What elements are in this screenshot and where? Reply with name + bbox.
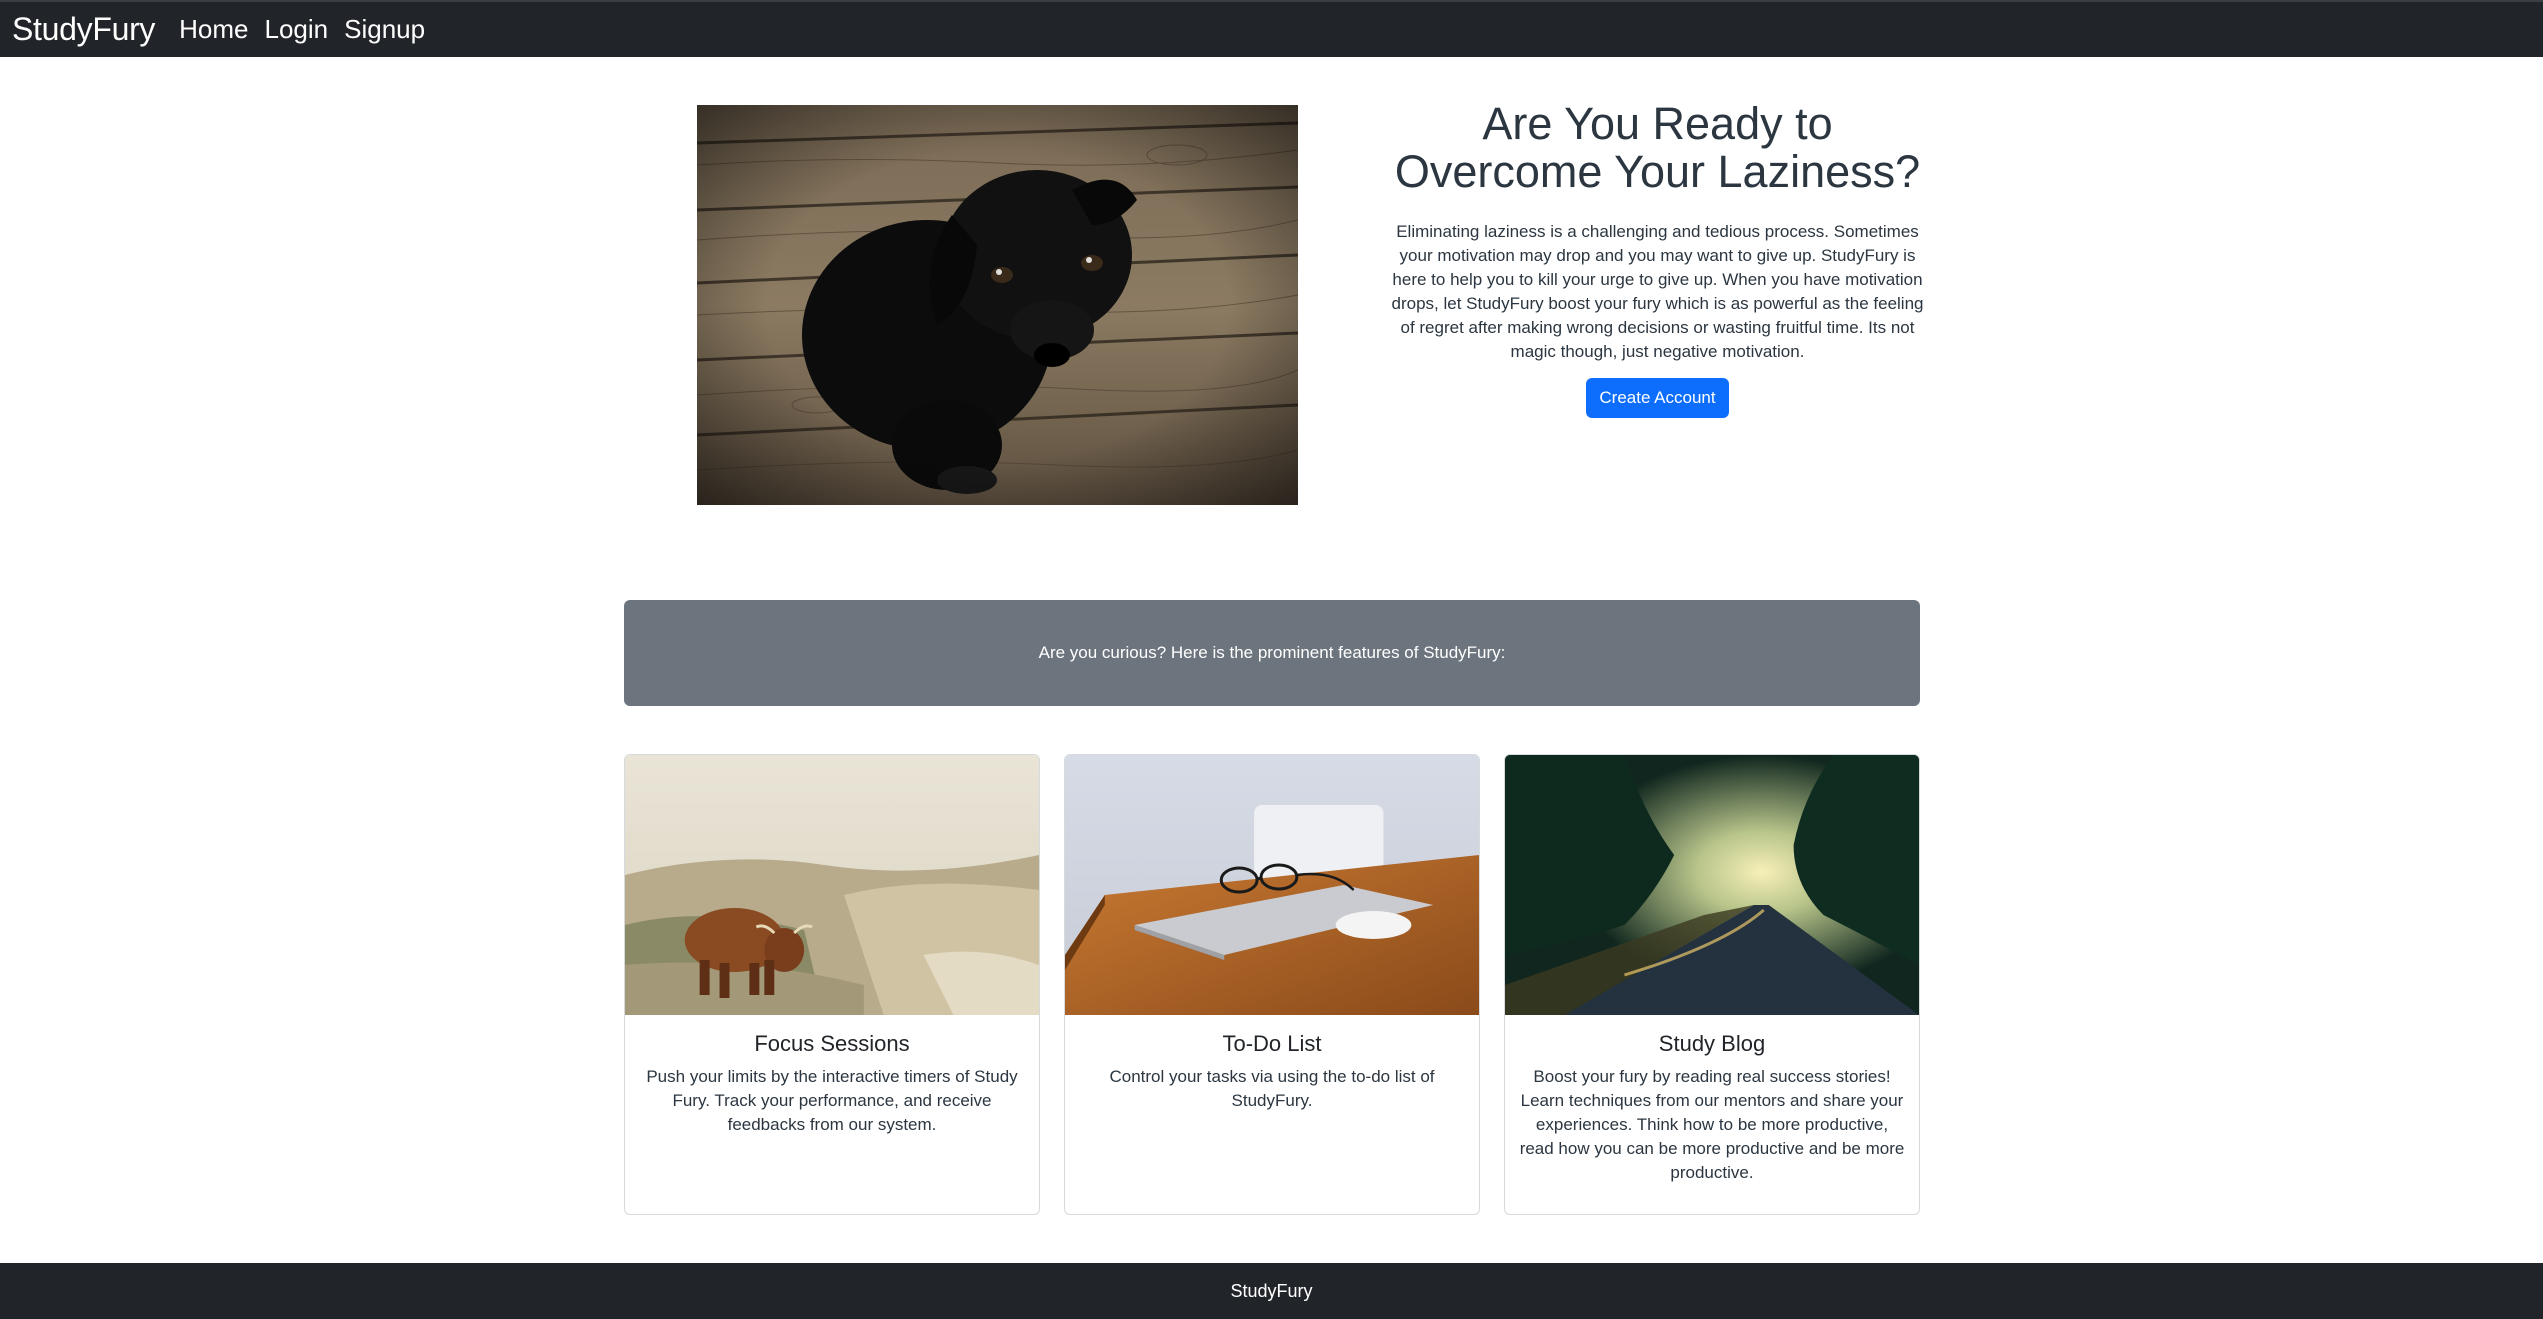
puppy-illustration <box>697 105 1298 505</box>
desk-laptop-image <box>1065 755 1479 1015</box>
card-title: Focus Sessions <box>754 1031 910 1056</box>
nav-login-link[interactable]: Login <box>265 14 329 45</box>
hero-title: Are You Ready to Overcome Your Laziness? <box>1394 98 1921 197</box>
feature-card-todo-list: To-Do List Control your tasks via using … <box>1064 754 1480 1215</box>
hero-description: Eliminating laziness is a challenging an… <box>1391 222 1924 361</box>
navbar: StudyFury Home Login Signup <box>0 0 2543 57</box>
hero-puppy-image <box>697 105 1298 505</box>
features-banner: Are you curious? Here is the prominent f… <box>624 600 1920 706</box>
highland-cow-image <box>625 755 1039 1015</box>
feature-card-focus-sessions: Focus Sessions Push your limits by the i… <box>624 754 1040 1215</box>
forest-road-image <box>1505 755 1919 1015</box>
footer: StudyFury <box>0 1263 2543 1319</box>
brand-logo[interactable]: StudyFury <box>12 11 155 48</box>
features-banner-text: Are you curious? Here is the prominent f… <box>1038 643 1506 662</box>
hero-section: Are You Ready to Overcome Your Laziness?… <box>1390 100 1925 418</box>
card-title: Study Blog <box>1658 1031 1766 1056</box>
card-text: Boost your fury by reading real success … <box>1519 1067 1905 1182</box>
create-account-button[interactable]: Create Account <box>1586 378 1729 418</box>
card-text: Push your limits by the interactive time… <box>646 1067 1018 1134</box>
nav-signup-link[interactable]: Signup <box>344 14 425 45</box>
feature-card-study-blog: Study Blog Boost your fury by reading re… <box>1504 754 1920 1215</box>
card-title: To-Do List <box>1222 1031 1322 1056</box>
nav-home-link[interactable]: Home <box>179 14 248 45</box>
card-text: Control your tasks via using the to-do l… <box>1109 1067 1435 1110</box>
footer-text: StudyFury <box>1230 1280 1313 1301</box>
